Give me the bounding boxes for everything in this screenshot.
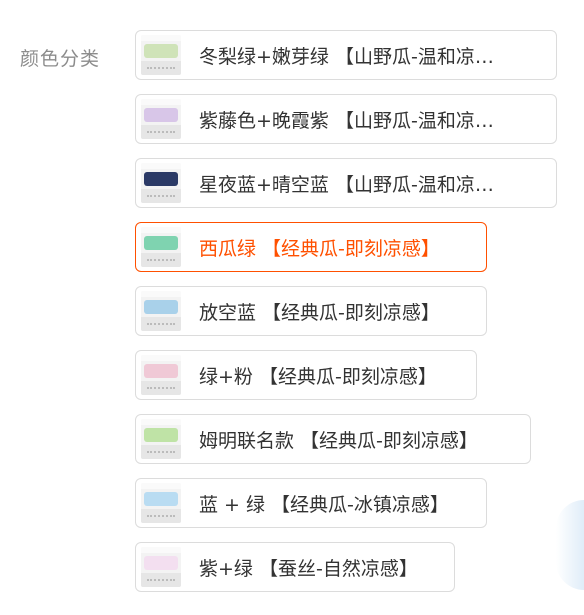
color-option[interactable]: 紫+绿 【蚕丝-自然凉感】 — [135, 542, 455, 592]
option-thumbnail — [141, 355, 181, 395]
color-option[interactable]: 蓝 + 绿 【经典瓜-冰镇凉感】 — [135, 478, 487, 528]
option-thumbnail — [141, 291, 181, 331]
option-thumbnail — [141, 227, 181, 267]
color-option[interactable]: 冬梨绿+嫩芽绿 【山野瓜-温和凉… — [135, 30, 557, 80]
option-thumbnail — [141, 547, 181, 587]
option-label: 西瓜绿 【经典瓜-即刻凉感】 — [199, 237, 440, 260]
color-option[interactable]: 紫藤色+晚霞紫 【山野瓜-温和凉… — [135, 94, 557, 144]
color-option[interactable]: 星夜蓝+晴空蓝 【山野瓜-温和凉… — [135, 158, 557, 208]
option-thumbnail — [141, 99, 181, 139]
color-option[interactable]: 西瓜绿 【经典瓜-即刻凉感】 — [135, 222, 487, 272]
color-category-label: 颜色分类 — [20, 48, 101, 70]
color-option[interactable]: 绿+粉 【经典瓜-即刻凉感】 — [135, 350, 477, 400]
option-label: 星夜蓝+晴空蓝 【山野瓜-温和凉… — [199, 173, 494, 196]
option-label: 紫+绿 【蚕丝-自然凉感】 — [199, 557, 418, 580]
option-label: 放空蓝 【经典瓜-即刻凉感】 — [199, 301, 440, 324]
color-options-list: 冬梨绿+嫩芽绿 【山野瓜-温和凉… 紫藤色+晚霞紫 【山野瓜-温和凉… 星夜蓝+… — [135, 30, 557, 606]
option-label: 冬梨绿+嫩芽绿 【山野瓜-温和凉… — [199, 45, 494, 68]
option-label: 紫藤色+晚霞紫 【山野瓜-温和凉… — [199, 109, 494, 132]
color-option[interactable]: 姆明联名款 【经典瓜-即刻凉感】 — [135, 414, 531, 464]
option-thumbnail — [141, 419, 181, 459]
color-option[interactable]: 放空蓝 【经典瓜-即刻凉感】 — [135, 286, 487, 336]
option-thumbnail — [141, 35, 181, 75]
option-label: 绿+粉 【经典瓜-即刻凉感】 — [199, 365, 437, 388]
option-label: 蓝 + 绿 【经典瓜-冰镇凉感】 — [199, 493, 449, 516]
option-label: 姆明联名款 【经典瓜-即刻凉感】 — [199, 429, 478, 452]
option-thumbnail — [141, 483, 181, 523]
scroll-edge-shadow — [556, 500, 584, 590]
option-thumbnail — [141, 163, 181, 203]
